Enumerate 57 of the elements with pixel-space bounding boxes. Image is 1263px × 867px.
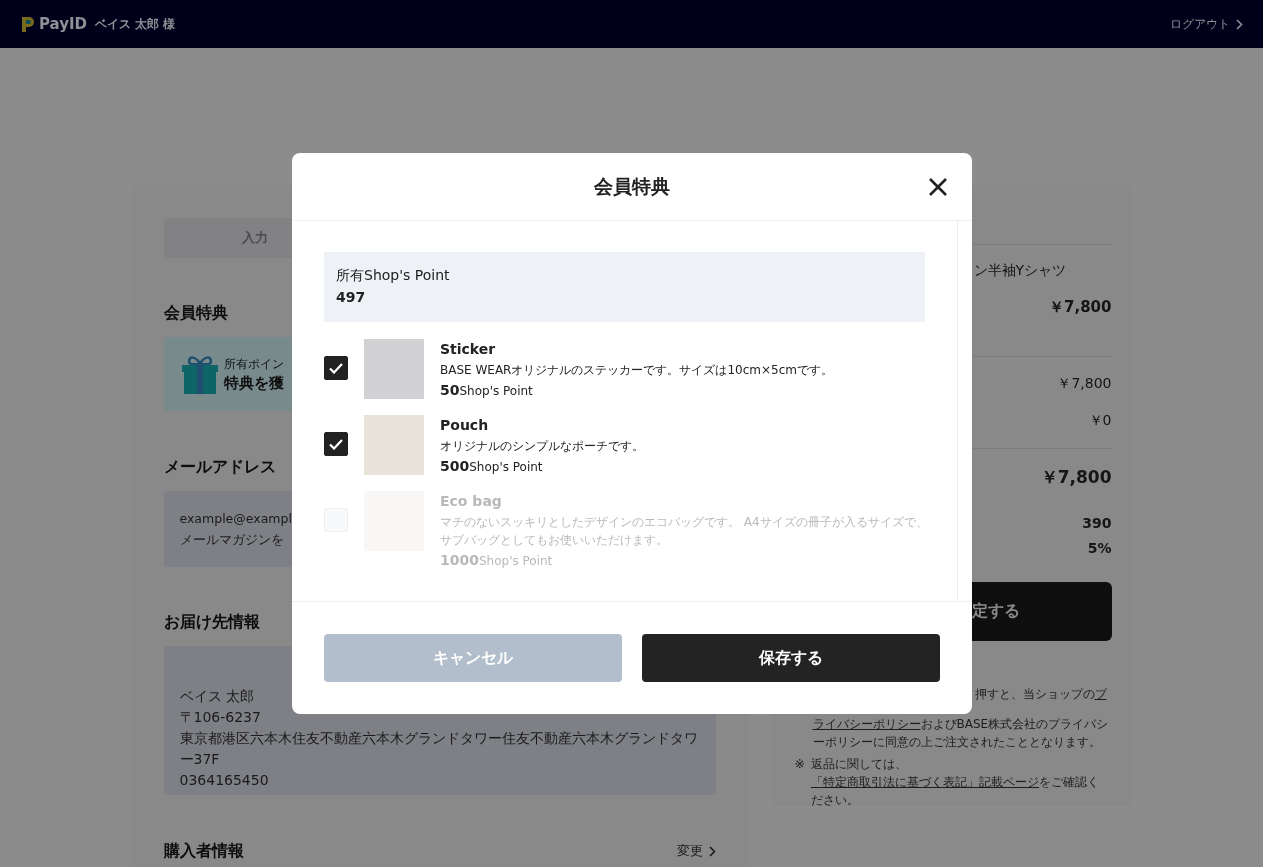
item-points: 500 [440,458,470,474]
points-balance: 497 [336,288,367,307]
total-value: ￥7,800 [1040,467,1112,487]
note-text: ライバシーポリシーおよびBASE株式会社のプライバシーポリシーに同意の上ご注文されたこととなります。 [812,716,1110,751]
logo-text: PayID [39,15,88,33]
subtotal-value: ￥7,800 [1057,374,1112,393]
address-text: 0364165450 [179,771,269,790]
section-heading: 会員特典 [163,302,228,324]
check-icon [329,362,343,374]
item-price: ￥7,800 [1049,297,1112,317]
address-text: 〒106-6237 [179,708,261,727]
legal-notice-link[interactable]: 「特定商取引法に基づく表記」記載ページ [811,775,1039,789]
points-value: 390 [1082,514,1112,533]
section-heading: メールアドレス [163,456,276,478]
photo-placeholder [364,415,424,475]
chevron-right-icon [1236,18,1243,30]
change-link[interactable]: 変更 [676,842,716,860]
rate-value: 5% [1087,539,1112,558]
check-icon [329,438,343,450]
item-name: ン半袖Yシャツ [973,261,1067,280]
note-text: 返品に関しては、 「特定商取引法に基づく表記」記載ページをご確認ください。 [811,756,1100,809]
points-label: 所有Shop's Point [336,266,451,285]
address-text: ー37F [179,750,220,769]
item-description: オリジナルのシンプルなポーチです。 [440,438,645,455]
item-name: Pouch [440,416,490,435]
section-heading: お届け先情報 [163,611,260,633]
logo-icon [20,15,36,33]
dialog-title: 会員特典 [594,173,670,199]
note-text: 押すと、当ショップのプ [974,686,1109,703]
section-heading: 購入者情報 [163,840,244,862]
email-text: example@exampl [179,510,292,528]
chevron-right-icon [708,845,716,857]
user-name: ベイス 太郎 様 [95,15,176,33]
item-name: Sticker [440,340,497,359]
checkbox[interactable] [324,432,348,456]
points-unit: Shop's Point [459,384,533,398]
checkbox[interactable] [324,356,348,380]
logout-link[interactable]: ログアウト [1170,15,1243,33]
points-unit: Shop's Point [469,460,543,474]
item-points: 50 [440,382,460,398]
gift-icon [181,354,218,394]
item-description: マチのないスッキリとしたデザインのエコバッグです。 A4サイズの冊子が入るサイズで、サブバッグとしてもお使いいただけます。 [440,514,929,549]
shipping-value: ￥0 [1088,411,1112,430]
points-unit: Shop's Point [478,554,553,568]
address-text: ベイス 太郎 [179,687,254,706]
item-description: BASE WEARオリジナルのステッカーです。サイズは10cm×5cmです。 [440,362,834,379]
save-button[interactable]: 保存する [642,634,940,682]
banner-title: 特典を獲 [223,372,284,394]
banner-text: 所有ポイン [223,355,284,373]
photo-placeholder [364,339,424,399]
privacy-link[interactable]: ライバシーポリシー [812,717,921,731]
privacy-link[interactable]: プ [1094,687,1107,701]
item-points: 1000 [440,552,479,568]
address-text: 東京都港区六本木住友不動産六本木グランドタワー住友不動産六本木グランドタワ [179,729,698,748]
email-text: メールマガジンを [179,531,284,549]
note-mark: ※ [794,755,805,773]
item-name: Eco bag [440,492,503,511]
